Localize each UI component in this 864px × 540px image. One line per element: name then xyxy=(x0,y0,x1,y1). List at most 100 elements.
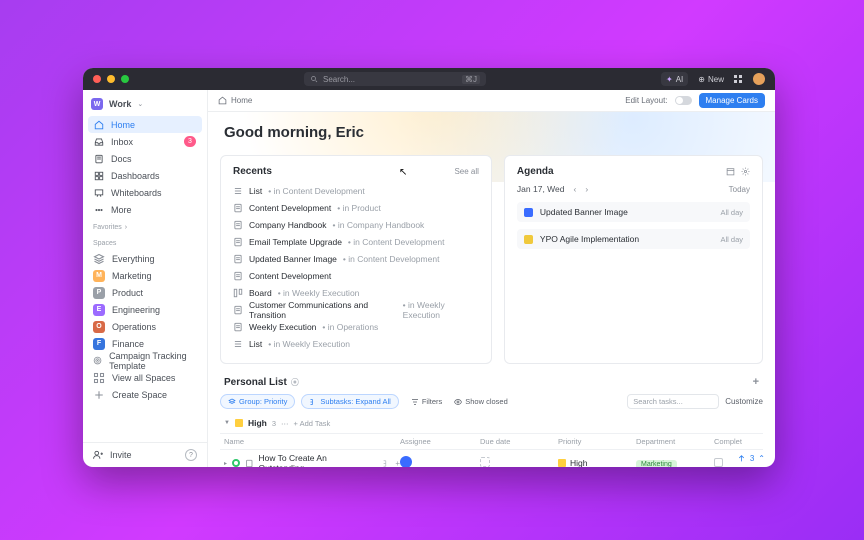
filters-button[interactable]: Filters xyxy=(411,397,442,406)
dashboards-icon xyxy=(94,171,104,181)
doc-icon xyxy=(233,271,243,281)
due-date-empty[interactable] xyxy=(480,457,490,467)
task-search-input[interactable]: Search tasks... xyxy=(627,394,719,409)
gear-icon[interactable] xyxy=(741,167,750,176)
col-due[interactable]: Due date xyxy=(480,437,558,446)
apps-grid-icon[interactable] xyxy=(734,75,743,84)
nav-dashboards[interactable]: Dashboards xyxy=(88,167,202,184)
add-card-button[interactable]: + xyxy=(753,376,759,388)
ai-label: AI xyxy=(676,75,684,84)
sidebar-space-item[interactable]: Create Space xyxy=(83,386,207,403)
nav-whiteboards[interactable]: Whiteboards xyxy=(88,184,202,201)
agenda-item[interactable]: YPO Agile ImplementationAll day xyxy=(517,229,750,249)
col-priority[interactable]: Priority xyxy=(558,437,636,446)
window-titlebar: Search... ⌘J ✦ AI ⊕ New xyxy=(83,68,775,90)
sidebar-space-item[interactable]: E Engineering xyxy=(83,301,207,318)
subtasks-chip[interactable]: Subtasks: Expand All xyxy=(301,394,398,409)
col-assignee[interactable]: Assignee xyxy=(400,437,480,446)
space-color-badge: E xyxy=(93,304,105,316)
customize-button[interactable]: Customize xyxy=(725,397,763,406)
agenda-next-icon[interactable]: › xyxy=(585,184,588,194)
user-avatar[interactable] xyxy=(753,73,765,85)
recent-item[interactable]: Company Handbook • in Company Handbook xyxy=(233,218,479,232)
topbar-actions: Edit Layout: Manage Cards xyxy=(625,93,765,108)
minimize-icon[interactable] xyxy=(107,75,115,83)
whiteboards-icon xyxy=(94,188,104,198)
col-name[interactable]: Name xyxy=(224,437,400,446)
department-tag[interactable]: Marketing xyxy=(636,460,677,467)
show-closed-button[interactable]: Show closed xyxy=(454,397,508,406)
pin-icon[interactable]: ⦿ xyxy=(291,377,299,388)
sidebar-space-item[interactable]: Campaign Tracking Template xyxy=(83,352,207,369)
global-search[interactable]: Search... ⌘J xyxy=(304,72,486,86)
see-all-link[interactable]: See all xyxy=(454,167,478,176)
recents-list: List • in Content Development Content Dev… xyxy=(233,184,479,351)
recent-item[interactable]: Board • in Weekly Execution xyxy=(233,286,479,300)
assignee-avatar[interactable] xyxy=(400,456,412,467)
nav-docs[interactable]: Docs xyxy=(88,150,202,167)
recent-item[interactable]: Updated Banner Image • in Content Develo… xyxy=(233,252,479,266)
add-task-button[interactable]: + Add Task xyxy=(294,419,331,428)
nav-inbox[interactable]: Inbox 3 xyxy=(88,133,202,150)
nav-dashboards-label: Dashboards xyxy=(111,171,160,181)
recent-item[interactable]: List • in Content Development xyxy=(233,184,479,198)
doc-icon xyxy=(233,237,243,247)
sidebar-space-item[interactable]: View all Spaces xyxy=(83,369,207,386)
recent-title: Customer Communications and Transition xyxy=(249,300,397,320)
recent-item[interactable]: Weekly Execution • in Operations xyxy=(233,320,479,334)
agenda-allday: All day xyxy=(720,208,743,217)
more-icon[interactable]: ⋯ xyxy=(281,419,289,428)
inbox-icon xyxy=(94,137,104,147)
today-button[interactable]: Today xyxy=(729,185,750,194)
breadcrumb[interactable]: Home xyxy=(218,96,252,105)
recent-item[interactable]: List • in Weekly Execution xyxy=(233,337,479,351)
invite-icon xyxy=(93,450,103,460)
group-chip[interactable]: Group: Priority xyxy=(220,394,295,409)
recent-title: List xyxy=(249,339,262,349)
calendar-add-icon[interactable] xyxy=(726,167,735,176)
close-icon[interactable] xyxy=(93,75,101,83)
recent-item[interactable]: Email Template Upgrade • in Content Deve… xyxy=(233,235,479,249)
workspace-switcher[interactable]: W Work ⌄ xyxy=(83,90,207,116)
status-icon[interactable] xyxy=(232,459,240,467)
search-placeholder: Search... xyxy=(323,75,355,84)
task-row[interactable]: ▸ How To Create An Outstanding... + High… xyxy=(220,450,763,467)
chevron-right-icon: › xyxy=(125,224,127,231)
docs-icon xyxy=(94,154,104,164)
nav-more[interactable]: More xyxy=(88,201,202,218)
ai-button[interactable]: ✦ AI xyxy=(661,72,688,86)
agenda-prev-icon[interactable]: ‹ xyxy=(574,184,577,194)
traffic-lights[interactable] xyxy=(93,75,129,83)
recent-item[interactable]: Content Development • in Product xyxy=(233,201,479,215)
sidebar-space-item[interactable]: PProduct xyxy=(83,284,207,301)
group-high[interactable]: ▼ High 3 ⋯ + Add Task xyxy=(220,416,763,433)
sidebar-space-item[interactable]: FFinance xyxy=(83,335,207,352)
doc-icon xyxy=(233,254,243,264)
agenda-item[interactable]: Updated Banner ImageAll day xyxy=(517,202,750,222)
help-icon[interactable]: ? xyxy=(185,449,197,461)
agenda-title: Agenda xyxy=(517,166,554,177)
personal-list-card: Personal List ⦿ + Group: Priority Subtas… xyxy=(220,376,763,467)
doc-icon xyxy=(245,459,254,468)
col-complete[interactable]: Complet xyxy=(714,437,759,446)
sidebar-space-item[interactable]: MMarketing xyxy=(83,267,207,284)
edit-layout-toggle[interactable] xyxy=(675,96,692,105)
complete-checkbox[interactable] xyxy=(714,458,723,467)
chevron-right-icon[interactable]: ▸ xyxy=(224,460,227,467)
invite-button[interactable]: Invite xyxy=(110,450,132,460)
scroll-up-button[interactable]: 3 ⌃ xyxy=(737,454,765,463)
col-department[interactable]: Department xyxy=(636,437,714,446)
sidebar-space-item[interactable]: Everything xyxy=(83,250,207,267)
zoom-icon[interactable] xyxy=(121,75,129,83)
space-label: Engineering xyxy=(112,305,160,315)
agenda-allday: All day xyxy=(720,235,743,244)
manage-cards-button[interactable]: Manage Cards xyxy=(699,93,765,108)
recent-title: Board xyxy=(249,288,272,298)
nav-home[interactable]: Home xyxy=(88,116,202,133)
sidebar-space-item[interactable]: OOperations xyxy=(83,318,207,335)
recent-item[interactable]: Customer Communications and Transition •… xyxy=(233,303,479,317)
favorites-header[interactable]: Favorites› xyxy=(83,218,207,234)
recent-item[interactable]: Content Development xyxy=(233,269,479,283)
doc-icon xyxy=(233,322,243,332)
new-button[interactable]: ⊕ New xyxy=(698,75,724,84)
